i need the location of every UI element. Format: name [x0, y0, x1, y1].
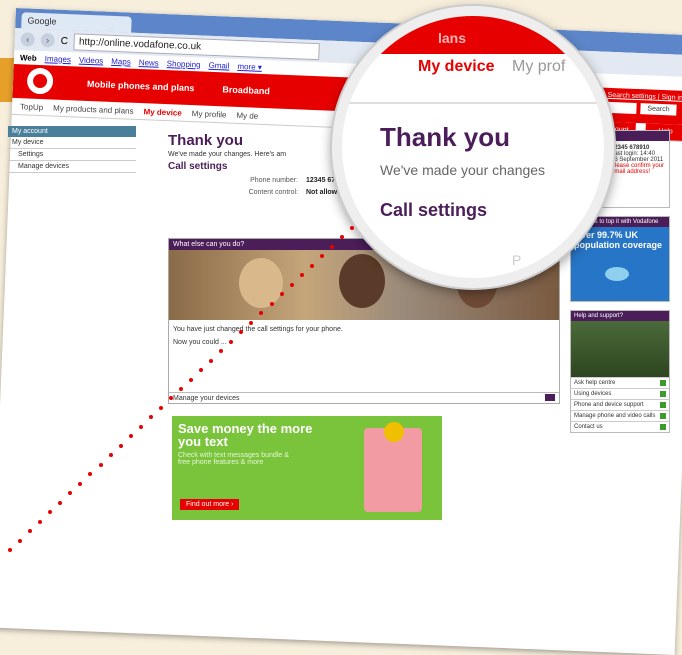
- sidebar-item-my-device[interactable]: My device: [8, 137, 136, 149]
- pointer-dot: [138, 424, 143, 429]
- promo-subtitle: Check with text messages bundle & free p…: [178, 452, 289, 466]
- pointer-dot: [179, 387, 183, 391]
- help-item[interactable]: Ask help centre: [571, 377, 669, 388]
- subnav-my-profile[interactable]: My profile: [192, 109, 227, 119]
- pointer-dot: [289, 282, 294, 287]
- help-box: Help and support? Ask help centre Using …: [570, 310, 670, 433]
- what-else-text: You have just changed the call settings …: [173, 326, 343, 333]
- help-item[interactable]: Contact us: [571, 421, 669, 432]
- magnifier-tab-prev: s: [346, 58, 354, 75]
- arrow-icon: [660, 380, 666, 386]
- google-link-gmail[interactable]: Gmail: [208, 60, 229, 70]
- subnav-products[interactable]: My products and plans: [53, 103, 134, 115]
- magnifier-tab-next: My prof: [512, 58, 566, 75]
- google-link-maps[interactable]: Maps: [111, 56, 131, 66]
- find-out-more-button[interactable]: Find out more ›: [180, 499, 240, 510]
- person-image: [339, 254, 385, 308]
- pointer-dot: [269, 301, 274, 306]
- magnifier-call: Call settings: [380, 200, 488, 220]
- vodafone-logo[interactable]: [26, 67, 54, 95]
- arrow-icon: [660, 424, 666, 430]
- magnifier-made: We've made your changes: [380, 162, 546, 178]
- arrow-icon: [660, 391, 666, 397]
- magnifier-top-text: lans: [438, 30, 467, 46]
- help-header: Help and support?: [571, 311, 669, 321]
- promo-title: Save money the more you text: [178, 421, 313, 449]
- nav-broadband[interactable]: Broadband: [222, 84, 270, 96]
- magnifier-tab-active: My device: [418, 58, 495, 75]
- tree-image: [571, 321, 669, 377]
- help-item[interactable]: Using devices: [571, 388, 669, 399]
- help-item[interactable]: Phone and device support: [571, 399, 669, 410]
- magnifier-ph: P: [512, 252, 522, 268]
- forward-icon[interactable]: ›: [40, 33, 56, 48]
- content-control-label: Content control:: [248, 189, 298, 196]
- pointer-dot: [18, 538, 23, 543]
- coin-illustration: [384, 422, 404, 442]
- google-link-videos[interactable]: Videos: [79, 55, 104, 65]
- pointer-dot: [118, 443, 123, 448]
- help-list: Ask help centre Using devices Phone and …: [571, 377, 669, 432]
- back-icon[interactable]: ‹: [20, 32, 36, 47]
- google-link-images[interactable]: Images: [45, 54, 72, 64]
- pointer-dot: [8, 548, 12, 552]
- google-link-more[interactable]: more ▾: [237, 61, 262, 71]
- magnifier-callout: lans s My device My prof Thank you We've…: [332, 6, 614, 288]
- pointer-dot: [329, 244, 334, 249]
- main-nav: Mobile phones and plans Broadband: [87, 79, 270, 96]
- subnav-topup[interactable]: TopUp: [20, 102, 43, 112]
- coverage-text: Over 99.7% UK population coverage: [574, 230, 663, 250]
- magnifier-red-band: [342, 16, 604, 54]
- pointer-dot: [58, 500, 63, 505]
- promo-banner: Save money the more you text Check with …: [172, 416, 442, 520]
- coverage-banner[interactable]: Over 99.7% UK population coverage: [571, 227, 669, 301]
- reload-icon[interactable]: C: [60, 35, 68, 46]
- bird-icon: [605, 267, 629, 281]
- phone-number-label: Phone number:: [250, 177, 298, 184]
- nav-mobile-phones[interactable]: Mobile phones and plans: [87, 79, 195, 93]
- pointer-dot: [279, 292, 284, 297]
- person-image: [239, 258, 283, 308]
- pointer-dot: [158, 405, 163, 410]
- pointer-dot: [229, 339, 234, 344]
- arrow-icon: [660, 413, 666, 419]
- pointer-dot: [209, 358, 214, 363]
- google-link-news[interactable]: News: [139, 57, 159, 67]
- pointer-dot: [309, 263, 314, 268]
- pointer-dot: [98, 462, 103, 467]
- subnav-my-de[interactable]: My de: [236, 110, 258, 120]
- magnifier-title: Thank you: [380, 122, 511, 152]
- sidebar-item-settings[interactable]: Settings: [8, 149, 136, 161]
- sidebar-header[interactable]: My account: [8, 126, 136, 137]
- sidebar-item-manage-devices[interactable]: Manage devices: [8, 161, 136, 173]
- account-sidebar: My account My device Settings Manage dev…: [8, 126, 136, 173]
- arrow-icon: [660, 402, 666, 408]
- manage-devices-link[interactable]: Manage your devices: [169, 392, 559, 403]
- google-link-shopping[interactable]: Shopping: [167, 59, 201, 69]
- pointer-dot: [38, 519, 43, 524]
- arrow-right-icon[interactable]: [545, 394, 555, 401]
- help-item[interactable]: Manage phone and video calls: [571, 410, 669, 421]
- google-link-web[interactable]: Web: [20, 53, 37, 63]
- subnav-my-device[interactable]: My device: [143, 107, 182, 118]
- pointer-dot: [350, 226, 354, 230]
- search-button[interactable]: Search: [640, 103, 677, 116]
- pointer-dot: [108, 453, 113, 458]
- pointer-dot: [189, 377, 194, 382]
- warning-line-2[interactable]: email address!: [611, 169, 666, 175]
